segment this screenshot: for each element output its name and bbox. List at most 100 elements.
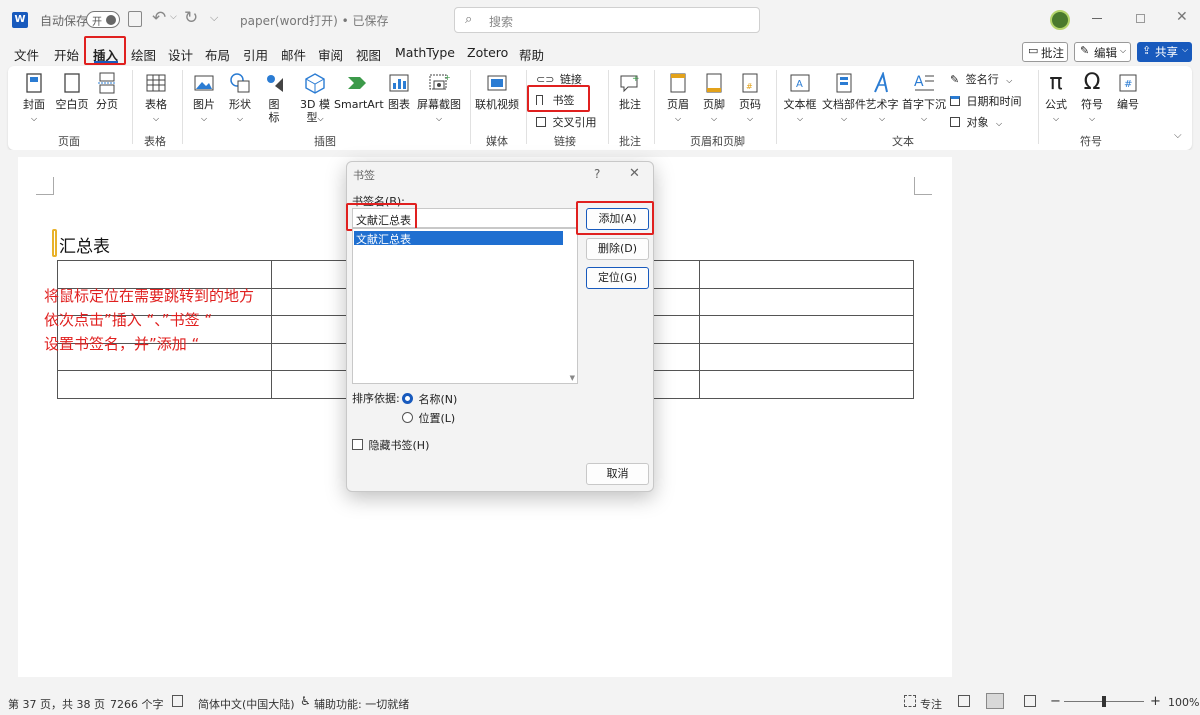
redo-icon[interactable]: ↻ bbox=[184, 8, 198, 28]
qat-more-icon[interactable]: ⌵ bbox=[210, 11, 218, 25]
screenshot-button[interactable]: + 屏幕截图 ⌵ bbox=[416, 72, 462, 125]
svg-text:#: # bbox=[1124, 79, 1132, 90]
close-window-icon[interactable]: ✕ bbox=[1176, 9, 1188, 25]
new-comment-button[interactable]: + 批注 bbox=[614, 72, 646, 111]
cross-reference-icon bbox=[536, 117, 546, 127]
dropcap-button[interactable]: A 首字下沉 ⌵ bbox=[902, 72, 946, 125]
comments-button[interactable]: ▭ 批注 bbox=[1022, 42, 1068, 62]
scrollbar-down-icon[interactable]: ▼ bbox=[570, 374, 575, 382]
tab-view[interactable]: 视图 bbox=[356, 45, 381, 64]
undo-dropdown-icon[interactable]: ⌵ bbox=[170, 12, 177, 22]
accessibility-status[interactable]: 辅助功能: 一切就绪 bbox=[314, 696, 409, 712]
delete-button[interactable]: 删除(D) bbox=[586, 238, 649, 260]
title-dropdown-icon[interactable]: ⌵ bbox=[366, 12, 373, 22]
collapse-ribbon-icon[interactable]: ⌵ bbox=[1174, 130, 1182, 141]
dropcap-icon: A bbox=[914, 74, 934, 91]
autosave-toggle[interactable]: 开 bbox=[86, 11, 120, 28]
cover-page-button[interactable]: 封面 ⌵ bbox=[18, 72, 50, 125]
number-button[interactable]: # 编号 bbox=[1112, 72, 1144, 111]
tab-file[interactable]: 文件 bbox=[14, 45, 39, 64]
tab-layout[interactable]: 布局 bbox=[205, 45, 230, 64]
tab-mathtype[interactable]: MathType bbox=[395, 45, 455, 60]
hidden-bookmarks-checkbox[interactable]: 隐藏书签(H) bbox=[352, 437, 429, 453]
accessibility-icon[interactable]: ♿ bbox=[300, 694, 311, 708]
share-button[interactable]: ⇪ 共享 ⌵ bbox=[1137, 42, 1192, 62]
print-layout-icon[interactable] bbox=[986, 693, 1004, 709]
shapes-button[interactable]: 形状 ⌵ bbox=[224, 72, 256, 125]
save-icon[interactable] bbox=[128, 11, 142, 27]
wordart-icon bbox=[874, 72, 888, 93]
date-time-button[interactable]: 日期和时间 bbox=[950, 93, 1022, 109]
pencil-icon: ✎ bbox=[1080, 44, 1090, 57]
margin-corner-tr bbox=[914, 177, 932, 195]
radio-unchecked-icon bbox=[402, 412, 413, 423]
header-button[interactable]: 页眉 ⌵ bbox=[662, 72, 694, 125]
web-layout-icon[interactable] bbox=[1024, 695, 1036, 707]
read-mode-icon[interactable] bbox=[958, 695, 970, 707]
smartart-icon bbox=[348, 77, 366, 89]
group-label-links: 链接 bbox=[554, 135, 576, 148]
minimize-icon[interactable] bbox=[1092, 18, 1102, 19]
bookmark-highlight bbox=[527, 85, 590, 112]
undo-icon[interactable]: ↶ bbox=[152, 8, 166, 28]
page-break-button[interactable]: 分页 bbox=[92, 72, 122, 111]
equation-button[interactable]: π 公式 ⌵ bbox=[1040, 72, 1072, 125]
restore-icon[interactable] bbox=[1136, 14, 1145, 23]
chart-button[interactable]: 图表 bbox=[384, 72, 414, 111]
focus-icon[interactable] bbox=[904, 695, 916, 707]
sort-by-location-radio[interactable]: 位置(L) bbox=[402, 410, 455, 426]
dialog-close-icon[interactable]: ✕ bbox=[629, 166, 640, 181]
tab-draw[interactable]: 绘图 bbox=[131, 45, 156, 64]
smartart-button[interactable]: SmartArt bbox=[334, 72, 384, 111]
editing-button[interactable]: ✎ 编辑 ⌵ bbox=[1074, 42, 1131, 62]
signature-line-button[interactable]: ✎ 签名行 ⌵ bbox=[950, 71, 1012, 87]
page-count[interactable]: 第 37 页，共 38 页 bbox=[8, 696, 105, 712]
zoom-slider[interactable] bbox=[1064, 696, 1144, 707]
search-box[interactable]: ⌕ 搜索 bbox=[454, 7, 760, 33]
textbox-button[interactable]: A 文本框 ⌵ bbox=[782, 72, 818, 125]
sort-by-name-radio[interactable]: 名称(N) bbox=[402, 391, 457, 407]
icons-button[interactable]: 图标 bbox=[262, 72, 286, 124]
zoom-in-icon[interactable]: + bbox=[1150, 694, 1161, 709]
tab-home[interactable]: 开始 bbox=[54, 45, 79, 64]
cross-reference-button[interactable]: 交叉引用 bbox=[536, 114, 597, 130]
goto-button[interactable]: 定位(G) bbox=[586, 267, 649, 289]
quick-parts-button[interactable]: 文档部件 ⌵ bbox=[820, 72, 868, 125]
footer-button[interactable]: 页脚 ⌵ bbox=[698, 72, 730, 125]
add-button-highlight bbox=[576, 201, 654, 235]
focus-mode[interactable]: 专注 bbox=[920, 696, 942, 712]
language-status[interactable]: 简体中文(中国大陆) bbox=[198, 696, 295, 712]
word-count[interactable]: 7266 个字 bbox=[110, 696, 164, 712]
tab-help[interactable]: 帮助 bbox=[519, 45, 544, 64]
shapes-icon bbox=[230, 73, 250, 93]
zoom-level[interactable]: 100% bbox=[1168, 696, 1199, 709]
online-video-button[interactable]: 联机视频 bbox=[474, 72, 520, 111]
zoom-slider-thumb[interactable] bbox=[1102, 696, 1106, 707]
tab-mailings[interactable]: 邮件 bbox=[281, 45, 306, 64]
tab-zotero[interactable]: Zotero bbox=[467, 45, 508, 60]
table-button[interactable]: 表格 ⌵ bbox=[140, 72, 172, 125]
wordart-button[interactable]: 艺术字 ⌵ bbox=[864, 72, 900, 125]
document-heading[interactable]: 汇总表 bbox=[59, 232, 110, 257]
object-icon bbox=[950, 117, 960, 127]
tab-references[interactable]: 引用 bbox=[243, 45, 268, 64]
dialog-help-button[interactable]: ? bbox=[594, 167, 600, 181]
tab-design[interactable]: 设计 bbox=[168, 45, 193, 64]
cancel-button[interactable]: 取消 bbox=[586, 463, 649, 485]
3d-models-button[interactable]: 3D 模型⌵ bbox=[298, 72, 332, 125]
avatar[interactable] bbox=[1050, 10, 1070, 30]
textbox-icon: A bbox=[790, 74, 810, 92]
zoom-out-icon[interactable]: − bbox=[1050, 694, 1061, 709]
video-icon bbox=[487, 75, 507, 91]
pictures-button[interactable]: 图片 ⌵ bbox=[188, 72, 220, 125]
page-number-button[interactable]: # 页码 ⌵ bbox=[734, 72, 766, 125]
symbol-button[interactable]: Ω 符号 ⌵ bbox=[1076, 72, 1108, 125]
bookmark-dialog: 书签 ? ✕ 书签名(B): 文献汇总表 文献汇总表 ▼ 添加(A) 删除(D)… bbox=[346, 161, 654, 492]
bookmark-list[interactable]: 文献汇总表 ▼ bbox=[352, 228, 578, 384]
object-button[interactable]: 对象 ⌵ bbox=[950, 114, 1002, 130]
group-label-symbols: 符号 bbox=[1080, 135, 1102, 148]
tab-review[interactable]: 审阅 bbox=[318, 45, 343, 64]
blank-page-button[interactable]: 空白页 bbox=[54, 72, 90, 111]
list-item[interactable]: 文献汇总表 bbox=[354, 231, 563, 246]
proofing-icon[interactable] bbox=[172, 695, 183, 707]
